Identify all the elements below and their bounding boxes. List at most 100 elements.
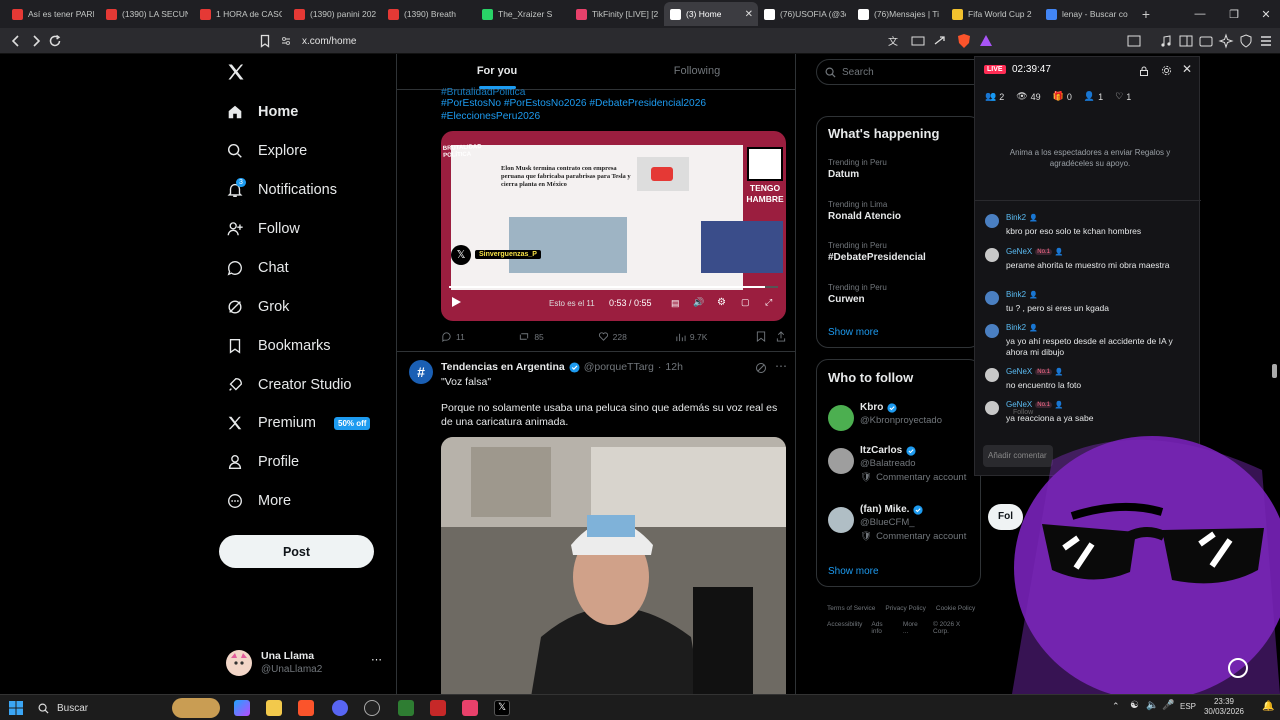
chat-username[interactable]: GeNeX [1006,247,1032,256]
back-icon[interactable] [8,33,24,49]
url-field[interactable]: x.com/home [280,31,970,51]
chat-username[interactable]: Bink2 [1006,290,1026,299]
chat-username[interactable]: Bink2 [1006,323,1026,332]
play-icon[interactable] [451,297,461,307]
footer-link[interactable]: Cookie Policy [936,605,975,612]
post-button[interactable]: Post [219,535,374,568]
browser-tab[interactable]: (1390) LA SECUN [100,2,194,26]
footer-link[interactable]: Accessibility [827,621,862,635]
volume-icon[interactable]: 🔊 [693,297,704,308]
refresh-icon[interactable] [1228,658,1248,678]
tweet-more-icon[interactable]: ⋯ [775,359,787,373]
follow-suggestion[interactable]: ItzCarlos @Balatreado 🛡 Commentary account [828,445,978,495]
windows-start-icon[interactable] [9,701,23,715]
tab-following[interactable]: Following [597,54,795,89]
avatar[interactable] [828,507,854,533]
scrollbar-thumb[interactable] [1272,364,1277,378]
follow-suggestion[interactable]: (fan) Mike. @BlueCFM_ 🛡 Commentary account [828,504,978,554]
volume-icon[interactable]: 🔈 [1146,700,1158,711]
trend-item[interactable]: Trending in Peru Curwen [828,283,887,305]
footer-link[interactable]: Terms of Service [827,605,875,612]
tiktok-icon[interactable] [462,700,478,716]
browser-tab[interactable]: (76)Mensajes | Ti [852,2,946,26]
nav-item-chat[interactable]: Chat [226,255,289,281]
x-icon[interactable]: 𝕏 [494,700,510,716]
x-logo-icon[interactable] [226,62,246,82]
trend-item[interactable]: Trending in Peru Datum [828,158,887,180]
footer-link[interactable]: Privacy Policy [885,605,925,612]
browser-tab[interactable]: 1 HORA de CASO [194,2,288,26]
tweet[interactable]: # Tendencias en Argentina @porqueTTarg ·… [397,351,795,694]
views-button[interactable]: 9.7K [675,331,756,342]
tab-for-you[interactable]: For you [397,54,597,89]
wallet-icon[interactable] [1198,33,1214,49]
avatar[interactable]: # [409,360,433,384]
minimize-button[interactable]: — [1184,0,1216,28]
reading-list-icon[interactable] [1178,33,1194,49]
close-window-button[interactable]: ✕ [1250,0,1280,28]
file-explorer-icon[interactable] [266,700,282,716]
app-icon[interactable] [430,700,446,716]
menu-icon[interactable] [1258,33,1274,49]
tweet-author-handle[interactable]: @porqueTTarg [584,361,654,373]
browser-tab[interactable]: lenay - Buscar co [1040,2,1134,26]
tweet-time[interactable]: 12h [665,361,683,373]
browser-tab[interactable]: (1390) panini 202 [288,2,382,26]
bookmark-button[interactable] [756,331,776,342]
footer-link[interactable]: Ads info [871,621,894,635]
like-button[interactable]: 228 [598,331,675,342]
nav-item-premium[interactable]: Premium 50% off [226,410,371,436]
chat-username[interactable]: Bink2 [1006,213,1026,222]
new-tab-button[interactable]: + [1134,6,1158,22]
tweet-hashtags[interactable]: #PorEstosNo #PorEstosNo2026 #DebatePresi… [441,97,706,110]
footer-link[interactable]: © 2026 X Corp. [933,621,976,635]
tweet-video[interactable]: BRUTALIDAD POLÍTICA Elon Musk termina con… [441,131,786,321]
nav-item-creator-studio[interactable]: Creator Studio [226,372,352,398]
pip-icon[interactable]: ▢ [741,297,750,308]
chat-username[interactable]: GeNeX [1006,367,1032,376]
account-switcher[interactable]: Una Llama @UnaLlama2 ⋯ [226,647,386,681]
browser-tab[interactable]: Así es tener PARE [6,2,100,26]
wifi-icon[interactable]: ☯ [1130,700,1139,711]
translate-icon[interactable]: 文 [886,33,902,49]
suggestion-name[interactable]: Kbro [860,402,883,413]
suggestion-name[interactable]: (fan) Mike. [860,504,909,515]
avatar[interactable] [828,448,854,474]
account-more-icon[interactable]: ⋯ [371,653,382,666]
grok-icon[interactable] [755,362,767,374]
obs-icon[interactable] [364,700,380,716]
vpn-icon[interactable] [1238,33,1254,49]
footer-link[interactable]: More ... [903,621,924,635]
copilot-icon[interactable] [234,700,250,716]
nav-item-explore[interactable]: Explore [226,138,307,164]
settings-icon[interactable]: ⚙ [717,297,726,308]
share-icon[interactable] [932,33,948,49]
app-icon[interactable] [398,700,414,716]
nav-item-home[interactable]: Home [226,99,298,125]
close-icon[interactable]: ✕ [1182,62,1192,76]
suggestion-name[interactable]: ItzCarlos [860,445,902,456]
share-button[interactable] [776,331,786,342]
lock-icon[interactable] [1139,66,1149,76]
bookmark-page-icon[interactable] [257,33,273,49]
language-indicator[interactable]: ESP [1180,702,1196,711]
clock[interactable]: 23:39 30/03/2026 [1201,697,1247,717]
nav-item-profile[interactable]: Profile [226,449,299,475]
reload-icon[interactable] [47,33,63,49]
rewards-icon[interactable] [978,33,994,49]
trend-item[interactable]: Trending in Lima Ronald Atencio [828,200,901,222]
trend-item[interactable]: Trending in Peru #DebatePresidencial [828,241,926,263]
repost-button[interactable]: 85 [518,331,597,342]
search-input[interactable]: Search [842,67,874,78]
tweet-hashtags[interactable]: #EleccionesPeru2026 [441,110,540,123]
captions-icon[interactable]: ▤ [671,298,680,309]
widgets-icon[interactable] [172,698,220,718]
settings-icon[interactable] [1161,65,1172,76]
tweet-video[interactable] [441,437,786,694]
site-info-icon[interactable] [280,35,292,47]
leo-ai-icon[interactable] [1218,33,1234,49]
discord-icon[interactable] [332,700,348,716]
video-progress-track[interactable] [449,286,778,288]
nav-item-grok[interactable]: Grok [226,294,289,320]
music-icon[interactable] [1158,33,1174,49]
